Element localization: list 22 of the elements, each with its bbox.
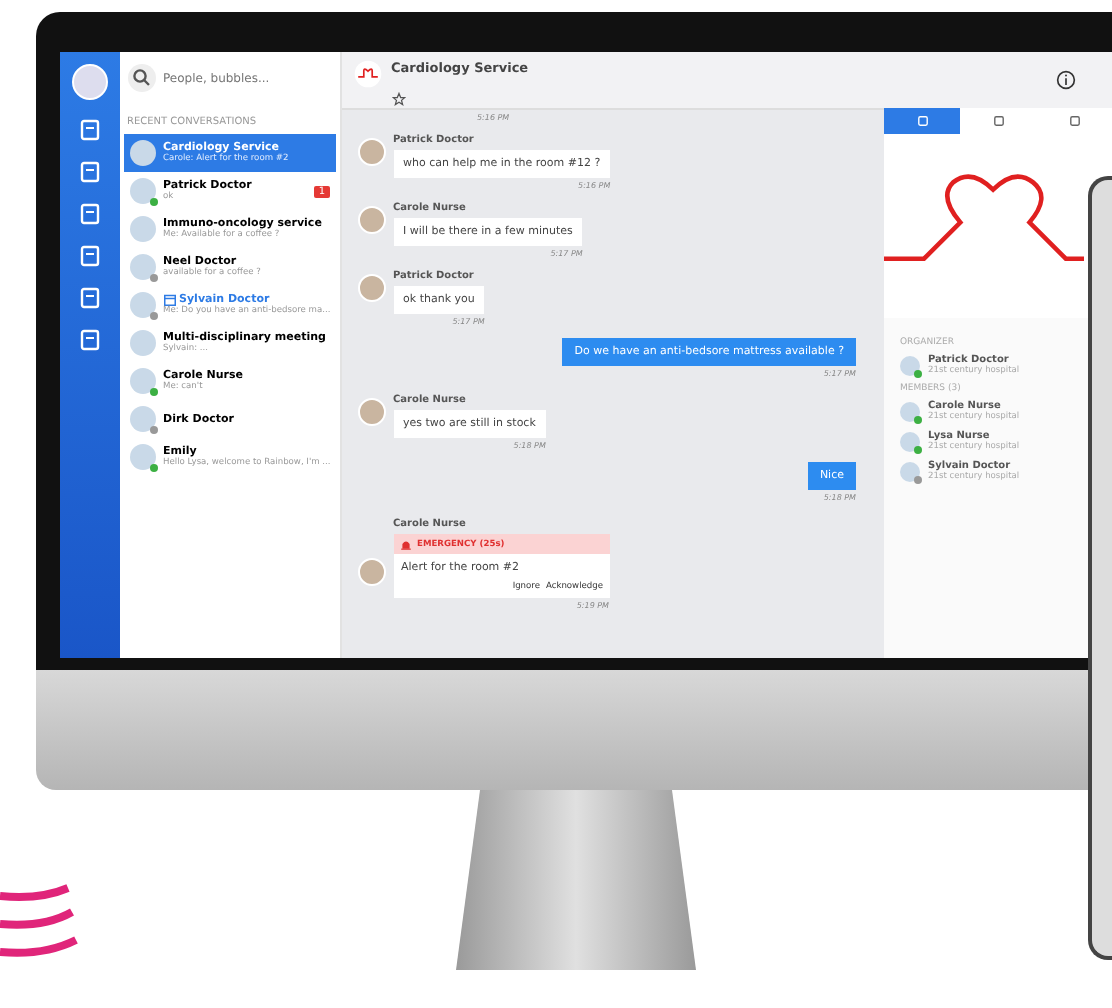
avatar [357,558,386,586]
nav-icon[interactable] [77,160,102,184]
nav-icon[interactable] [77,328,102,352]
search-icon [127,64,156,92]
nav-icon[interactable] [77,118,102,142]
nav-icon[interactable] [77,202,102,226]
nav-icon[interactable] [77,244,102,268]
nav-icon[interactable] [77,286,102,310]
siren-icon [399,538,412,550]
star-icon[interactable] [391,92,406,106]
avatar [357,274,386,302]
avatar [357,206,386,234]
info-icon[interactable] [1056,70,1076,90]
user-avatar[interactable] [71,64,108,100]
avatar [129,330,156,356]
avatar [129,216,156,242]
avatar [357,398,386,426]
tab-icon [1067,114,1081,128]
tab-icon [915,114,929,128]
tab-icon [991,114,1005,128]
avatar [129,140,156,166]
avatar [357,138,386,166]
